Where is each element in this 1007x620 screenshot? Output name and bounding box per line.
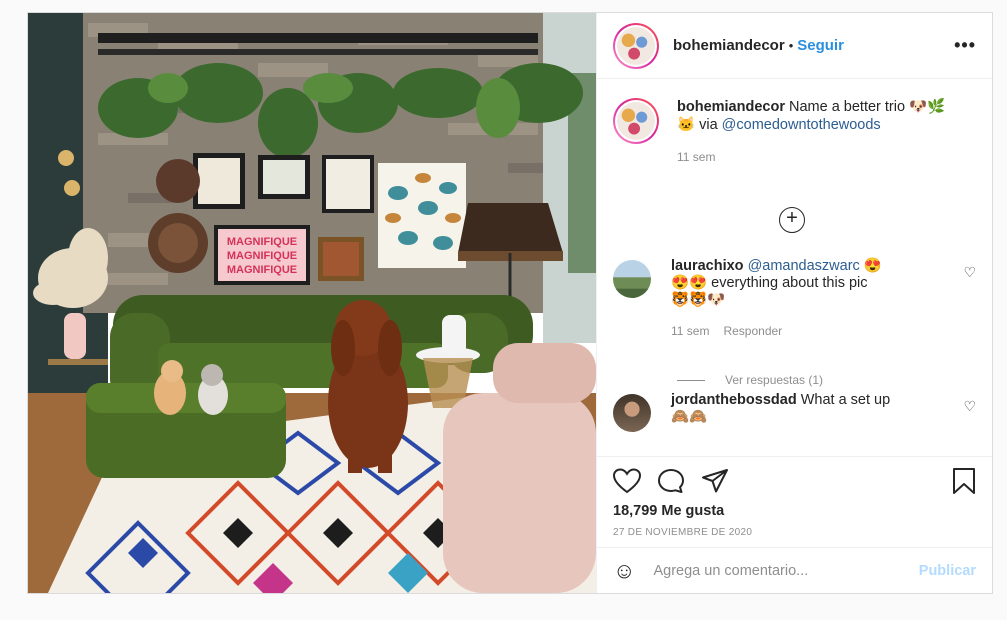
reply-button[interactable]: Responder — [723, 324, 782, 338]
svg-text:MAGNIFIQUE: MAGNIFIQUE — [227, 236, 297, 248]
view-replies-label[interactable]: Ver respuestas (1) — [725, 373, 823, 387]
caption-username[interactable]: bohemiandecor — [677, 99, 785, 115]
post-photo[interactable]: MAGNIFIQUE MAGNIFIQUE MAGNIFIQUE — [28, 13, 596, 593]
caption: bohemiandecor Name a better trio 🐶🌿🐱 via… — [597, 80, 992, 166]
comment-emoji: 😍😍 — [671, 275, 708, 291]
comment-icon[interactable] — [657, 468, 685, 494]
view-replies-button[interactable]: Ver respuestas (1) — [677, 373, 823, 387]
author-avatar[interactable] — [613, 22, 659, 69]
post-panel: bohemiandecor • Seguir ••• bohemiandecor… — [596, 13, 992, 593]
caption-time[interactable]: 11 sem — [677, 150, 715, 164]
comment-mention-link[interactable]: @amandaszwarc — [748, 258, 860, 274]
comment-text: What a set up — [800, 392, 891, 408]
caption-avatar[interactable] — [613, 98, 659, 144]
send-icon[interactable] — [701, 468, 729, 494]
commenter-avatar[interactable] — [613, 260, 651, 298]
replies-divider — [677, 379, 705, 381]
post-actions: 18,799 Me gusta 27 DE NOVIEMBRE DE 2020 — [597, 456, 992, 548]
comments-section[interactable]: bohemiandecor Name a better trio 🐶🌿🐱 via… — [597, 80, 992, 455]
more-options-icon[interactable]: ••• — [954, 35, 976, 56]
comment-emoji: 😍 — [863, 258, 882, 274]
post-header: bohemiandecor • Seguir ••• — [597, 13, 992, 79]
comment-username[interactable]: jordanthebossdad — [671, 392, 797, 408]
comment-item: jordanthebossdad What a set up 🙈🙈 ♡ — [613, 392, 976, 432]
comment-like-heart-icon[interactable]: ♡ — [963, 264, 976, 340]
comment-item: laurachixo @amandaszwarc 😍 😍😍 everything… — [613, 258, 976, 340]
svg-text:MAGNIFIQUE: MAGNIFIQUE — [227, 250, 297, 262]
likes-count[interactable]: 18,799 Me gusta — [613, 503, 976, 519]
caption-mention-link[interactable]: @comedowntothewoods — [722, 117, 881, 133]
comment-text: everything about this pic — [711, 275, 868, 291]
post-date: 27 DE NOVIEMBRE DE 2020 — [613, 527, 753, 538]
post-photo-illustration: MAGNIFIQUE MAGNIFIQUE MAGNIFIQUE — [28, 13, 596, 593]
heart-icon[interactable] — [613, 468, 641, 494]
follow-button[interactable]: Seguir — [797, 37, 844, 54]
comment-username[interactable]: laurachixo — [671, 258, 744, 274]
commenter-avatar[interactable] — [613, 394, 651, 432]
comment-composer: ☺ Publicar — [597, 547, 992, 593]
svg-text:MAGNIFIQUE: MAGNIFIQUE — [227, 264, 297, 276]
comment-time[interactable]: 11 sem — [671, 324, 709, 338]
bookmark-icon[interactable] — [952, 467, 976, 495]
post-modal: MAGNIFIQUE MAGNIFIQUE MAGNIFIQUE bohemia… — [27, 12, 993, 594]
author-username[interactable]: bohemiandecor — [673, 37, 785, 54]
emoji-icon[interactable]: ☺ — [613, 558, 635, 584]
comment-input[interactable] — [653, 562, 894, 579]
caption-via: via — [699, 117, 718, 133]
comment-like-heart-icon[interactable]: ♡ — [963, 398, 976, 432]
caption-text: Name a better trio — [789, 99, 906, 115]
load-more-comments-icon[interactable]: + — [779, 207, 805, 233]
header-separator: • — [788, 38, 794, 53]
comment-emoji: 🙈🙈 — [671, 409, 708, 425]
publish-button[interactable]: Publicar — [919, 563, 976, 579]
comment-emoji: 🐯🐯🐶 — [671, 292, 726, 308]
